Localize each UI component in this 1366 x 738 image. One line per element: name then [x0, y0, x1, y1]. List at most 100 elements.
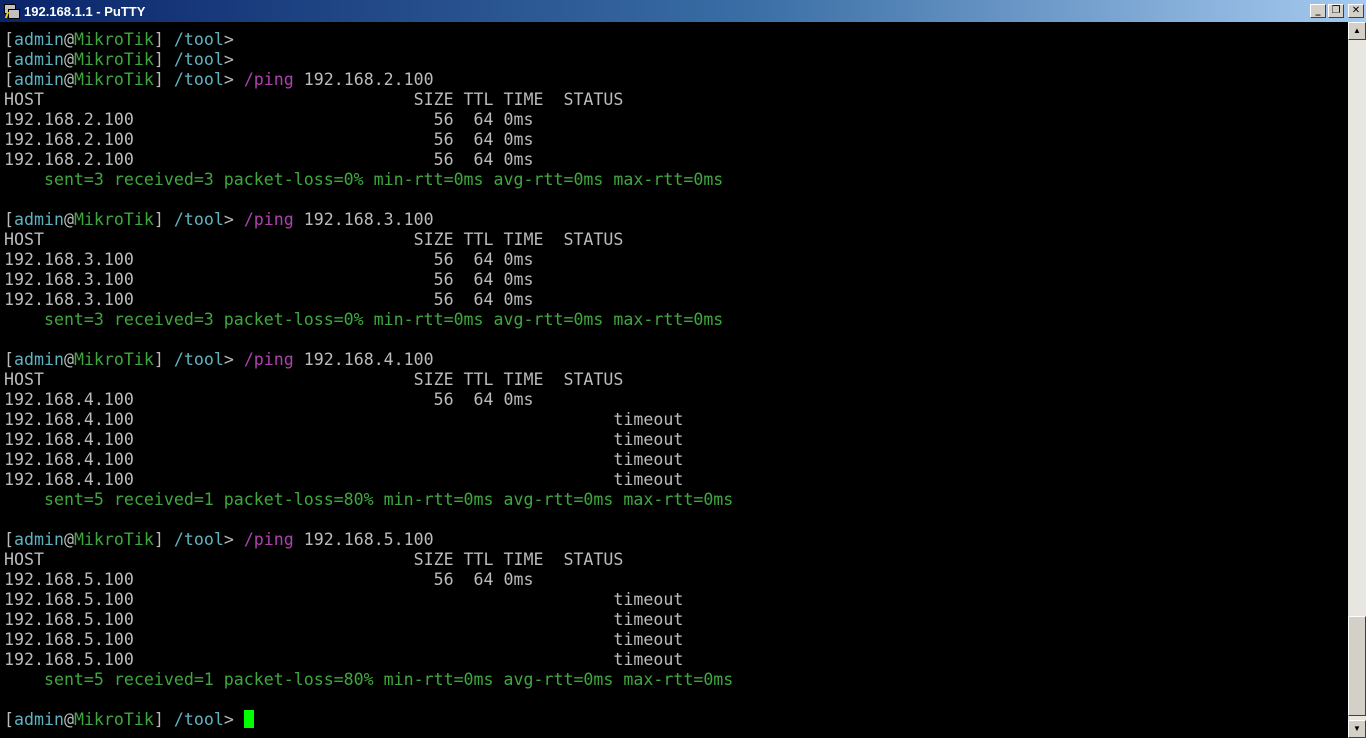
terminal-text: ]	[153, 210, 174, 229]
terminal-text: 192.168.4.100	[293, 350, 434, 369]
maximize-button[interactable]: ❐	[1328, 4, 1344, 18]
terminal-line: [admin@MikroTik] /tool> /ping 192.168.3.…	[4, 210, 1348, 230]
terminal-line: 192.168.5.100 56 64 0ms	[4, 570, 1348, 590]
minimize-button[interactable]: _	[1310, 4, 1326, 18]
terminal-text: sent=3 received=3 packet-loss=0% min-rtt…	[4, 170, 724, 189]
terminal-text: >	[223, 710, 244, 729]
terminal-text: /tool	[173, 50, 224, 69]
terminal-text: HOST SIZE TTL TIME STATUS	[4, 90, 624, 109]
terminal-text: 192.168.5.100 56 64 0ms	[4, 570, 534, 589]
terminal-text: 192.168.2.100 56 64 0ms	[4, 110, 534, 129]
vertical-scrollbar[interactable]: ▲ ▼	[1348, 22, 1366, 738]
close-button[interactable]: ✕	[1348, 4, 1364, 18]
terminal-line: 192.168.3.100 56 64 0ms	[4, 270, 1348, 290]
terminal-text: admin	[14, 70, 64, 89]
terminal-text: 192.168.2.100	[293, 70, 434, 89]
terminal-text: 192.168.5.100 timeout	[4, 590, 684, 609]
scroll-down-button[interactable]: ▼	[1348, 720, 1366, 738]
terminal-text: 192.168.3.100 56 64 0ms	[4, 290, 534, 309]
terminal-line: sent=3 received=3 packet-loss=0% min-rtt…	[4, 170, 1348, 190]
terminal-text: [	[4, 710, 14, 729]
terminal-text: MikroTik	[73, 210, 154, 229]
terminal-line: 192.168.4.100 timeout	[4, 430, 1348, 450]
terminal-text: admin	[14, 710, 64, 729]
terminal-text: HOST SIZE TTL TIME STATUS	[4, 370, 624, 389]
terminal-text: /tool	[173, 210, 224, 229]
scroll-up-button[interactable]: ▲	[1348, 22, 1366, 40]
window-title: 192.168.1.1 - PuTTY	[24, 3, 146, 19]
terminal-text: [	[4, 530, 14, 549]
terminal-line: 192.168.2.100 56 64 0ms	[4, 130, 1348, 150]
terminal-text: 192.168.4.100 timeout	[4, 470, 684, 489]
putty-icon[interactable]	[3, 3, 20, 19]
terminal-text: >	[223, 210, 244, 229]
terminal-text: sent=5 received=1 packet-loss=80% min-rt…	[4, 670, 734, 689]
terminal-text: /ping	[243, 530, 294, 549]
terminal-line: 192.168.5.100 timeout	[4, 650, 1348, 670]
terminal-area[interactable]: [admin@MikroTik] /tool> [admin@MikroTik] …	[0, 22, 1348, 738]
terminal-text: 192.168.2.100 56 64 0ms	[4, 130, 534, 149]
terminal-text: [	[4, 210, 14, 229]
terminal-line: HOST SIZE TTL TIME STATUS	[4, 550, 1348, 570]
terminal-text: MikroTik	[73, 350, 154, 369]
terminal-text: 192.168.4.100 56 64 0ms	[4, 390, 534, 409]
terminal-line: HOST SIZE TTL TIME STATUS	[4, 90, 1348, 110]
terminal-text: /ping	[243, 70, 294, 89]
terminal-text: /tool	[173, 350, 224, 369]
terminal-line: 192.168.3.100 56 64 0ms	[4, 250, 1348, 270]
terminal-text: @	[63, 50, 74, 69]
terminal-text: sent=3 received=3 packet-loss=0% min-rtt…	[4, 310, 724, 329]
terminal-text: >	[223, 350, 244, 369]
terminal-line: 192.168.5.100 timeout	[4, 610, 1348, 630]
terminal-line: 192.168.3.100 56 64 0ms	[4, 290, 1348, 310]
terminal-text: MikroTik	[73, 530, 154, 549]
terminal-line: sent=5 received=1 packet-loss=80% min-rt…	[4, 490, 1348, 510]
terminal-text: ]	[153, 70, 174, 89]
terminal-line: 192.168.5.100 timeout	[4, 590, 1348, 610]
terminal-text: [	[4, 350, 14, 369]
terminal-line: sent=3 received=3 packet-loss=0% min-rtt…	[4, 310, 1348, 330]
terminal-text: ]	[153, 350, 174, 369]
terminal-line: [admin@MikroTik] /tool> /ping 192.168.2.…	[4, 70, 1348, 90]
terminal-line: HOST SIZE TTL TIME STATUS	[4, 230, 1348, 250]
terminal-text: >	[223, 530, 244, 549]
terminal-text: 192.168.2.100 56 64 0ms	[4, 150, 534, 169]
terminal-text: @	[63, 710, 74, 729]
terminal-text: MikroTik	[73, 710, 154, 729]
terminal-line: [admin@MikroTik] /tool> /ping 192.168.5.…	[4, 530, 1348, 550]
terminal-text: @	[63, 30, 74, 49]
terminal-text: 192.168.5.100 timeout	[4, 610, 684, 629]
terminal-output: [admin@MikroTik] /tool> [admin@MikroTik] …	[0, 22, 1348, 730]
terminal-text: 192.168.4.100 timeout	[4, 450, 684, 469]
terminal-line: 192.168.2.100 56 64 0ms	[4, 150, 1348, 170]
terminal-text: 192.168.3.100 56 64 0ms	[4, 270, 534, 289]
terminal-text: 192.168.4.100 timeout	[4, 430, 684, 449]
terminal-text: HOST SIZE TTL TIME STATUS	[4, 550, 624, 569]
terminal-line: [admin@MikroTik] /tool> /ping 192.168.4.…	[4, 350, 1348, 370]
terminal-text: @	[63, 210, 74, 229]
terminal-text: HOST SIZE TTL TIME STATUS	[4, 230, 624, 249]
terminal-text: /tool	[173, 710, 224, 729]
terminal-line: 192.168.4.100 timeout	[4, 410, 1348, 430]
terminal-text: MikroTik	[73, 70, 154, 89]
terminal-text: /tool	[173, 30, 224, 49]
title-bar[interactable]: 192.168.1.1 - PuTTY _ ❐ ✕	[0, 0, 1366, 22]
terminal-text: admin	[14, 210, 64, 229]
terminal-text: admin	[14, 30, 64, 49]
terminal-text: 192.168.5.100 timeout	[4, 650, 684, 669]
terminal-text: 192.168.5.100	[293, 530, 434, 549]
terminal-text: /tool	[173, 530, 224, 549]
terminal-text: MikroTik	[73, 50, 154, 69]
terminal-text: @	[63, 530, 74, 549]
terminal-text: [	[4, 50, 14, 69]
terminal-text: @	[63, 70, 74, 89]
terminal-text: ]	[153, 530, 174, 549]
terminal-text: 192.168.3.100	[293, 210, 434, 229]
scroll-thumb[interactable]	[1348, 616, 1366, 716]
terminal-text: >	[223, 70, 244, 89]
terminal-line: [admin@MikroTik] /tool>	[4, 710, 1348, 730]
terminal-text: >	[223, 30, 234, 49]
